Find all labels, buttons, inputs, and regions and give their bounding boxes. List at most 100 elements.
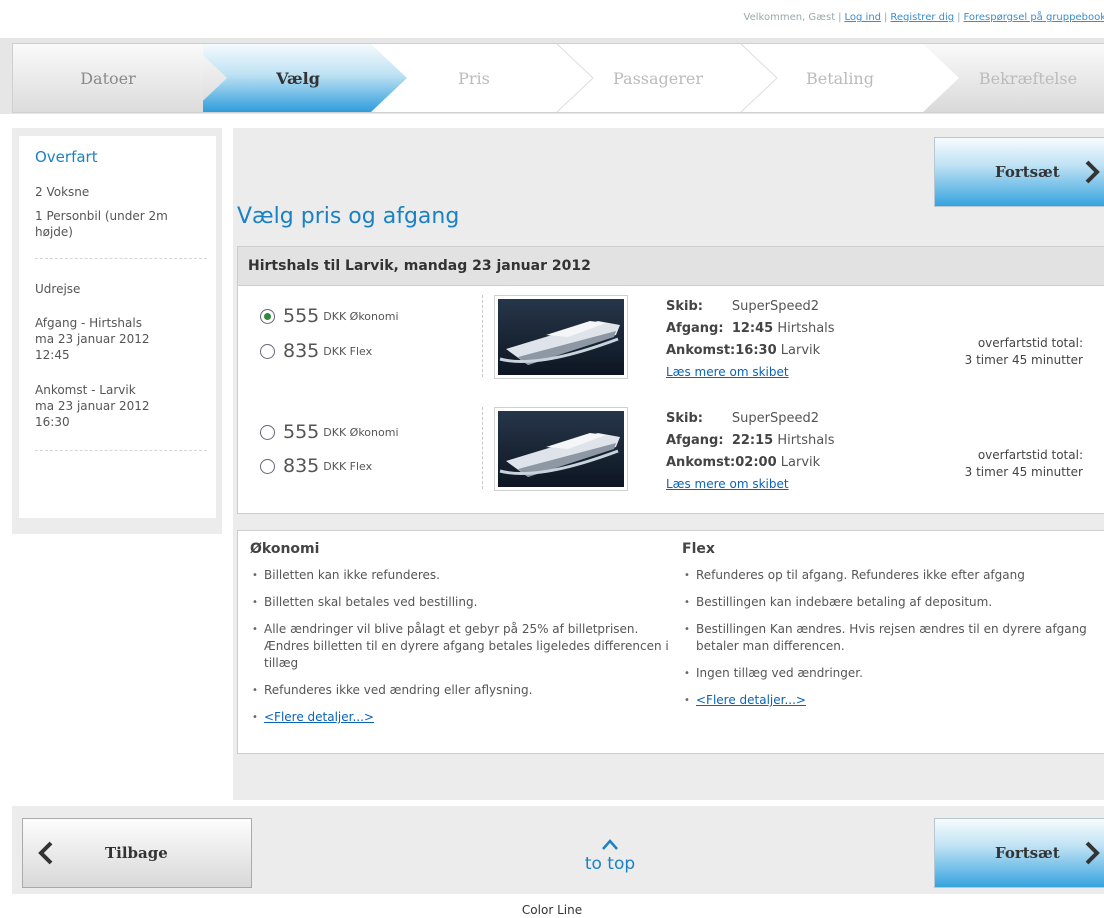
step-label: Betaling xyxy=(806,68,874,88)
economy-conditions: Økonomi Billetten kan ikke refunderes. B… xyxy=(250,541,670,726)
ship-info-link[interactable]: Læs mere om skibet xyxy=(666,477,789,491)
departure-row: 555 DKK Økonomi 835 DKK Flex Skib: Super… xyxy=(238,403,1104,499)
divider xyxy=(482,407,483,489)
booking-steps: Datoer Vælg Pris Passagerer Betaling Bek… xyxy=(0,38,1104,114)
arrival-info: Ankomst:16:30 Larvik xyxy=(666,343,820,358)
step-label: Passagerer xyxy=(612,68,704,88)
step-pris: Pris xyxy=(399,44,549,112)
group-booking-link[interactable]: Forespørgsel på gruppebook xyxy=(963,12,1104,23)
economy-list: Billetten kan ikke refunderes. Billetten… xyxy=(250,567,670,726)
route-panel: Hirtshals til Larvik, mandag 23 januar 2… xyxy=(237,246,1104,514)
economy-title: Økonomi xyxy=(250,541,320,557)
departure-port: Hirtshals xyxy=(777,433,835,448)
account-links: Velkommen, Gæst | Log ind | Registrer dig | Fo… xyxy=(743,12,1104,23)
sidebar-title: Overfart xyxy=(35,148,98,166)
economy-details-link[interactable]: <Flere detaljer...> xyxy=(264,710,374,724)
fare-option[interactable]: 835 DKK Flex xyxy=(260,455,372,477)
ship-info-link[interactable]: Læs mere om skibet xyxy=(666,365,789,379)
departure-time: 12:45 xyxy=(731,321,774,336)
step-betaling: Betaling xyxy=(765,44,915,112)
continue-button-top[interactable]: Fortsæt xyxy=(934,137,1104,207)
to-top-link[interactable]: to top xyxy=(575,836,645,874)
step-datoer[interactable]: Datoer xyxy=(13,44,203,112)
step-bekraeftelse: Bekræftelse xyxy=(953,44,1103,112)
duration-label: overfartstid total: xyxy=(977,336,1083,350)
ship-info: Skib: SuperSpeed2 xyxy=(666,299,819,314)
divider xyxy=(35,450,207,451)
continue-label: Fortsæt xyxy=(995,163,1060,181)
ship-info: Skib: SuperSpeed2 xyxy=(666,411,819,426)
step-label: Vælg xyxy=(276,68,320,88)
back-label: Tilbage xyxy=(105,844,168,862)
divider xyxy=(482,295,483,377)
fare-price: 835 xyxy=(283,340,320,362)
fare-price: 555 xyxy=(283,421,320,443)
fare-option[interactable]: 555 DKK Økonomi xyxy=(260,421,399,443)
welcome-text: Velkommen, Gæst xyxy=(743,12,836,23)
fare-option[interactable]: 555 DKK Økonomi xyxy=(260,305,399,327)
arrival-label: Ankomst: xyxy=(666,343,736,358)
flex-title: Flex xyxy=(682,541,715,557)
chevron-right-icon xyxy=(1085,160,1100,184)
footer-brand: Color Line xyxy=(521,903,583,917)
departure-label: Afgang: xyxy=(666,321,724,336)
fare-option[interactable]: 835 DKK Flex xyxy=(260,340,372,362)
list-item: Refunderes ikke ved ændring eller aflysn… xyxy=(250,682,670,699)
duration-label: overfartstid total: xyxy=(977,448,1083,462)
chevron-right-icon xyxy=(1085,841,1100,865)
departure-info: Afgang: 12:45 Hirtshals xyxy=(666,321,835,336)
divider xyxy=(35,258,207,259)
ferry-photo xyxy=(498,299,624,375)
departure-time: 22:15 xyxy=(731,433,774,448)
chevron-left-icon xyxy=(38,841,53,865)
route-title: Hirtshals til Larvik, mandag 23 januar 2… xyxy=(248,258,591,274)
fare-price: 555 xyxy=(283,305,320,327)
step-label: Pris xyxy=(458,68,490,88)
depart-port: Afgang - Hirtshals xyxy=(35,316,142,330)
list-item: Ingen tillæg ved ændringer. xyxy=(682,665,1092,682)
travel-duration: overfartstid total: 3 timer 45 minutter xyxy=(923,447,1083,481)
continue-label: Fortsæt xyxy=(995,844,1060,862)
arrival-time: 16:30 xyxy=(735,343,777,358)
radio-button[interactable] xyxy=(260,458,275,474)
continue-button-bottom[interactable]: Fortsæt xyxy=(934,818,1104,888)
ship-image xyxy=(494,407,628,491)
travel-duration: overfartstid total: 3 timer 45 minutter xyxy=(923,335,1083,369)
duration-value: 3 timer 45 minutter xyxy=(964,353,1083,367)
route-header: Hirtshals til Larvik, mandag 23 januar 2… xyxy=(238,247,1104,286)
chevron-up-icon xyxy=(602,839,618,850)
step-passagerer: Passagerer xyxy=(583,44,733,112)
ship-image xyxy=(494,295,628,379)
to-top-label: to top xyxy=(584,854,636,874)
depart-time: 12:45 xyxy=(35,348,70,362)
departure-info: Afgang: 22:15 Hirtshals xyxy=(666,433,835,448)
back-button[interactable]: Tilbage xyxy=(22,818,252,888)
flex-conditions: Flex Refunderes op til afgang. Refundere… xyxy=(682,541,1092,709)
duration-value: 3 timer 45 minutter xyxy=(964,465,1083,479)
list-item: <Flere detaljer...> xyxy=(682,692,1092,709)
list-item: <Flere detaljer...> xyxy=(250,709,670,726)
radio-button[interactable] xyxy=(260,308,275,324)
page-title: Vælg pris og afgang xyxy=(237,204,460,229)
departure-port: Hirtshals xyxy=(777,321,835,336)
ship-label: Skib: xyxy=(666,299,703,314)
radio-button[interactable] xyxy=(260,424,275,440)
list-item: Billetten skal betales ved bestilling. xyxy=(250,594,670,611)
register-link[interactable]: Registrer dig xyxy=(890,12,954,23)
arrival-time: 02:00 xyxy=(735,455,777,470)
fare-conditions-panel: Økonomi Billetten kan ikke refunderes. B… xyxy=(237,530,1104,754)
flex-details-link[interactable]: <Flere detaljer...> xyxy=(696,693,806,707)
steps-bar: Datoer Vælg Pris Passagerer Betaling Bek… xyxy=(12,43,1104,113)
arrival-port: Larvik xyxy=(780,343,821,358)
ship-name: SuperSpeed2 xyxy=(731,299,820,314)
passengers-text: 2 Voksne xyxy=(35,185,90,199)
arrival-port: Larvik xyxy=(780,455,821,470)
fare-name: DKK Flex xyxy=(323,344,373,358)
arrival-label: Ankomst: xyxy=(666,455,736,470)
flex-list: Refunderes op til afgang. Refunderes ikk… xyxy=(682,567,1092,709)
list-item: Alle ændringer vil blive pålagt et gebyr… xyxy=(250,621,670,672)
radio-button[interactable] xyxy=(260,343,275,359)
departure-label: Udrejse xyxy=(35,282,81,296)
list-item: Bestillingen kan indebære betaling af de… xyxy=(682,594,1092,611)
login-link[interactable]: Log ind xyxy=(845,12,882,23)
